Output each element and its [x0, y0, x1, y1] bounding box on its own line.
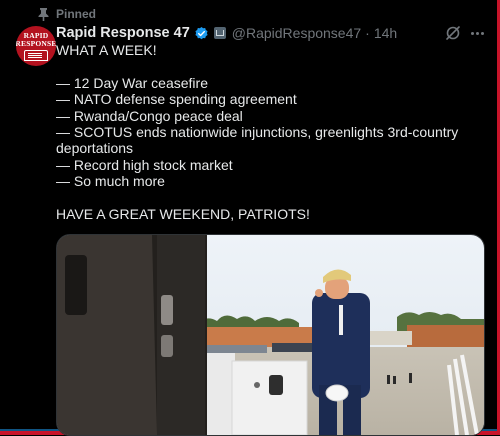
tweet-text-line: — So much more	[56, 173, 165, 190]
tweet-text-line	[56, 58, 476, 74]
timestamp[interactable]: 14h	[374, 25, 397, 41]
photo-content	[57, 235, 484, 435]
tweet-text-line	[56, 190, 476, 206]
pin-icon	[38, 7, 49, 21]
tweet-text-line: WHAT A WEEK!	[56, 42, 157, 58]
avatar-logo-text-2: RESPONSE	[16, 38, 56, 48]
pinned-indicator: Pinned	[38, 6, 96, 22]
tweet-text-line: — 12 Day War ceasefire	[56, 74, 208, 91]
tweet-text-line: — Record high stock market	[56, 156, 233, 173]
tweet-text-line: — NATO defense spending agreement	[56, 91, 297, 108]
avatar-logo-building	[24, 49, 48, 61]
tweet-text-line: — Rwanda/Congo peace deal	[56, 107, 243, 124]
verified-badge-icon[interactable]	[194, 26, 209, 41]
author-handle[interactable]: @RapidResponse47	[232, 25, 361, 41]
more-icon[interactable]	[468, 24, 486, 42]
tweet-header: Rapid Response 47 @RapidResponse47 · 14h	[56, 24, 480, 42]
tweet-photo[interactable]	[56, 234, 485, 436]
header-separator: ·	[365, 25, 370, 41]
pinned-label: Pinned	[56, 7, 97, 21]
tweet-text-line: — SCOTUS ends nationwide injunctions, gr…	[56, 124, 459, 157]
author-name[interactable]: Rapid Response 47	[56, 25, 190, 41]
grok-icon[interactable]	[444, 24, 462, 42]
tweet-text: WHAT A WEEK! — 12 Day War ceasefire — NATO…	[56, 42, 476, 222]
affiliate-badge-icon[interactable]	[213, 27, 226, 39]
avatar[interactable]: RAPID RESPONSE	[16, 26, 56, 66]
tweet-text-line: HAVE A GREAT WEEKEND, PATRIOTS!	[56, 206, 310, 223]
